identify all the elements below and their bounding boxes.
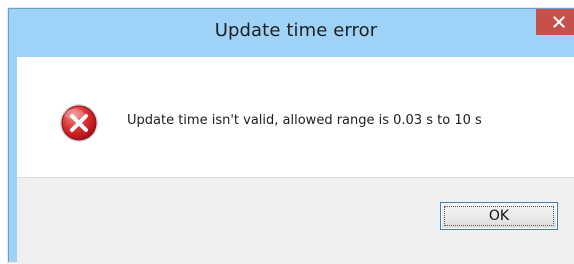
close-icon [553,16,565,28]
message-row: Update time isn't valid, allowed range i… [57,101,557,145]
dialog-title: Update time error [214,20,378,41]
error-icon [57,101,101,145]
title-bar: Update time error [9,9,574,57]
close-button[interactable] [536,9,574,35]
ok-button[interactable]: OK [440,202,558,230]
button-bar: OK [17,177,574,264]
dialog-window: Update time error Update time isn't vali… [8,8,574,264]
error-message: Update time isn't valid, allowed range i… [127,113,482,128]
dialog-content: Update time isn't valid, allowed range i… [17,57,574,264]
